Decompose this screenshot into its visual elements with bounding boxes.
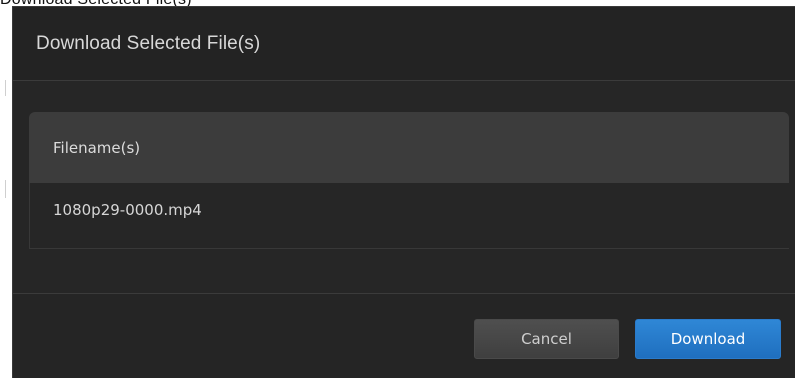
dialog-body: Filename(s) 1080p29-0000.mp4 <box>13 81 795 294</box>
download-button[interactable]: Download <box>635 319 781 359</box>
table-header: Filename(s) <box>29 112 789 183</box>
filename-cell: 1080p29-0000.mp4 <box>53 201 202 219</box>
filename-table: Filename(s) 1080p29-0000.mp4 <box>29 112 789 249</box>
table-row: 1080p29-0000.mp4 <box>29 183 789 249</box>
dialog-title: Download Selected File(s) <box>36 32 261 54</box>
background-edge-mark <box>5 80 6 96</box>
dialog-header: Download Selected File(s) <box>13 7 795 81</box>
background-edge-mark <box>5 180 6 198</box>
dialog-footer: Cancel Download <box>13 294 795 378</box>
column-header-filename: Filename(s) <box>53 138 141 157</box>
download-dialog: Download Selected File(s) Filename(s) 10… <box>12 6 795 378</box>
cancel-button[interactable]: Cancel <box>474 319 619 359</box>
page: Download Selected File(s) Download Selec… <box>0 0 795 378</box>
